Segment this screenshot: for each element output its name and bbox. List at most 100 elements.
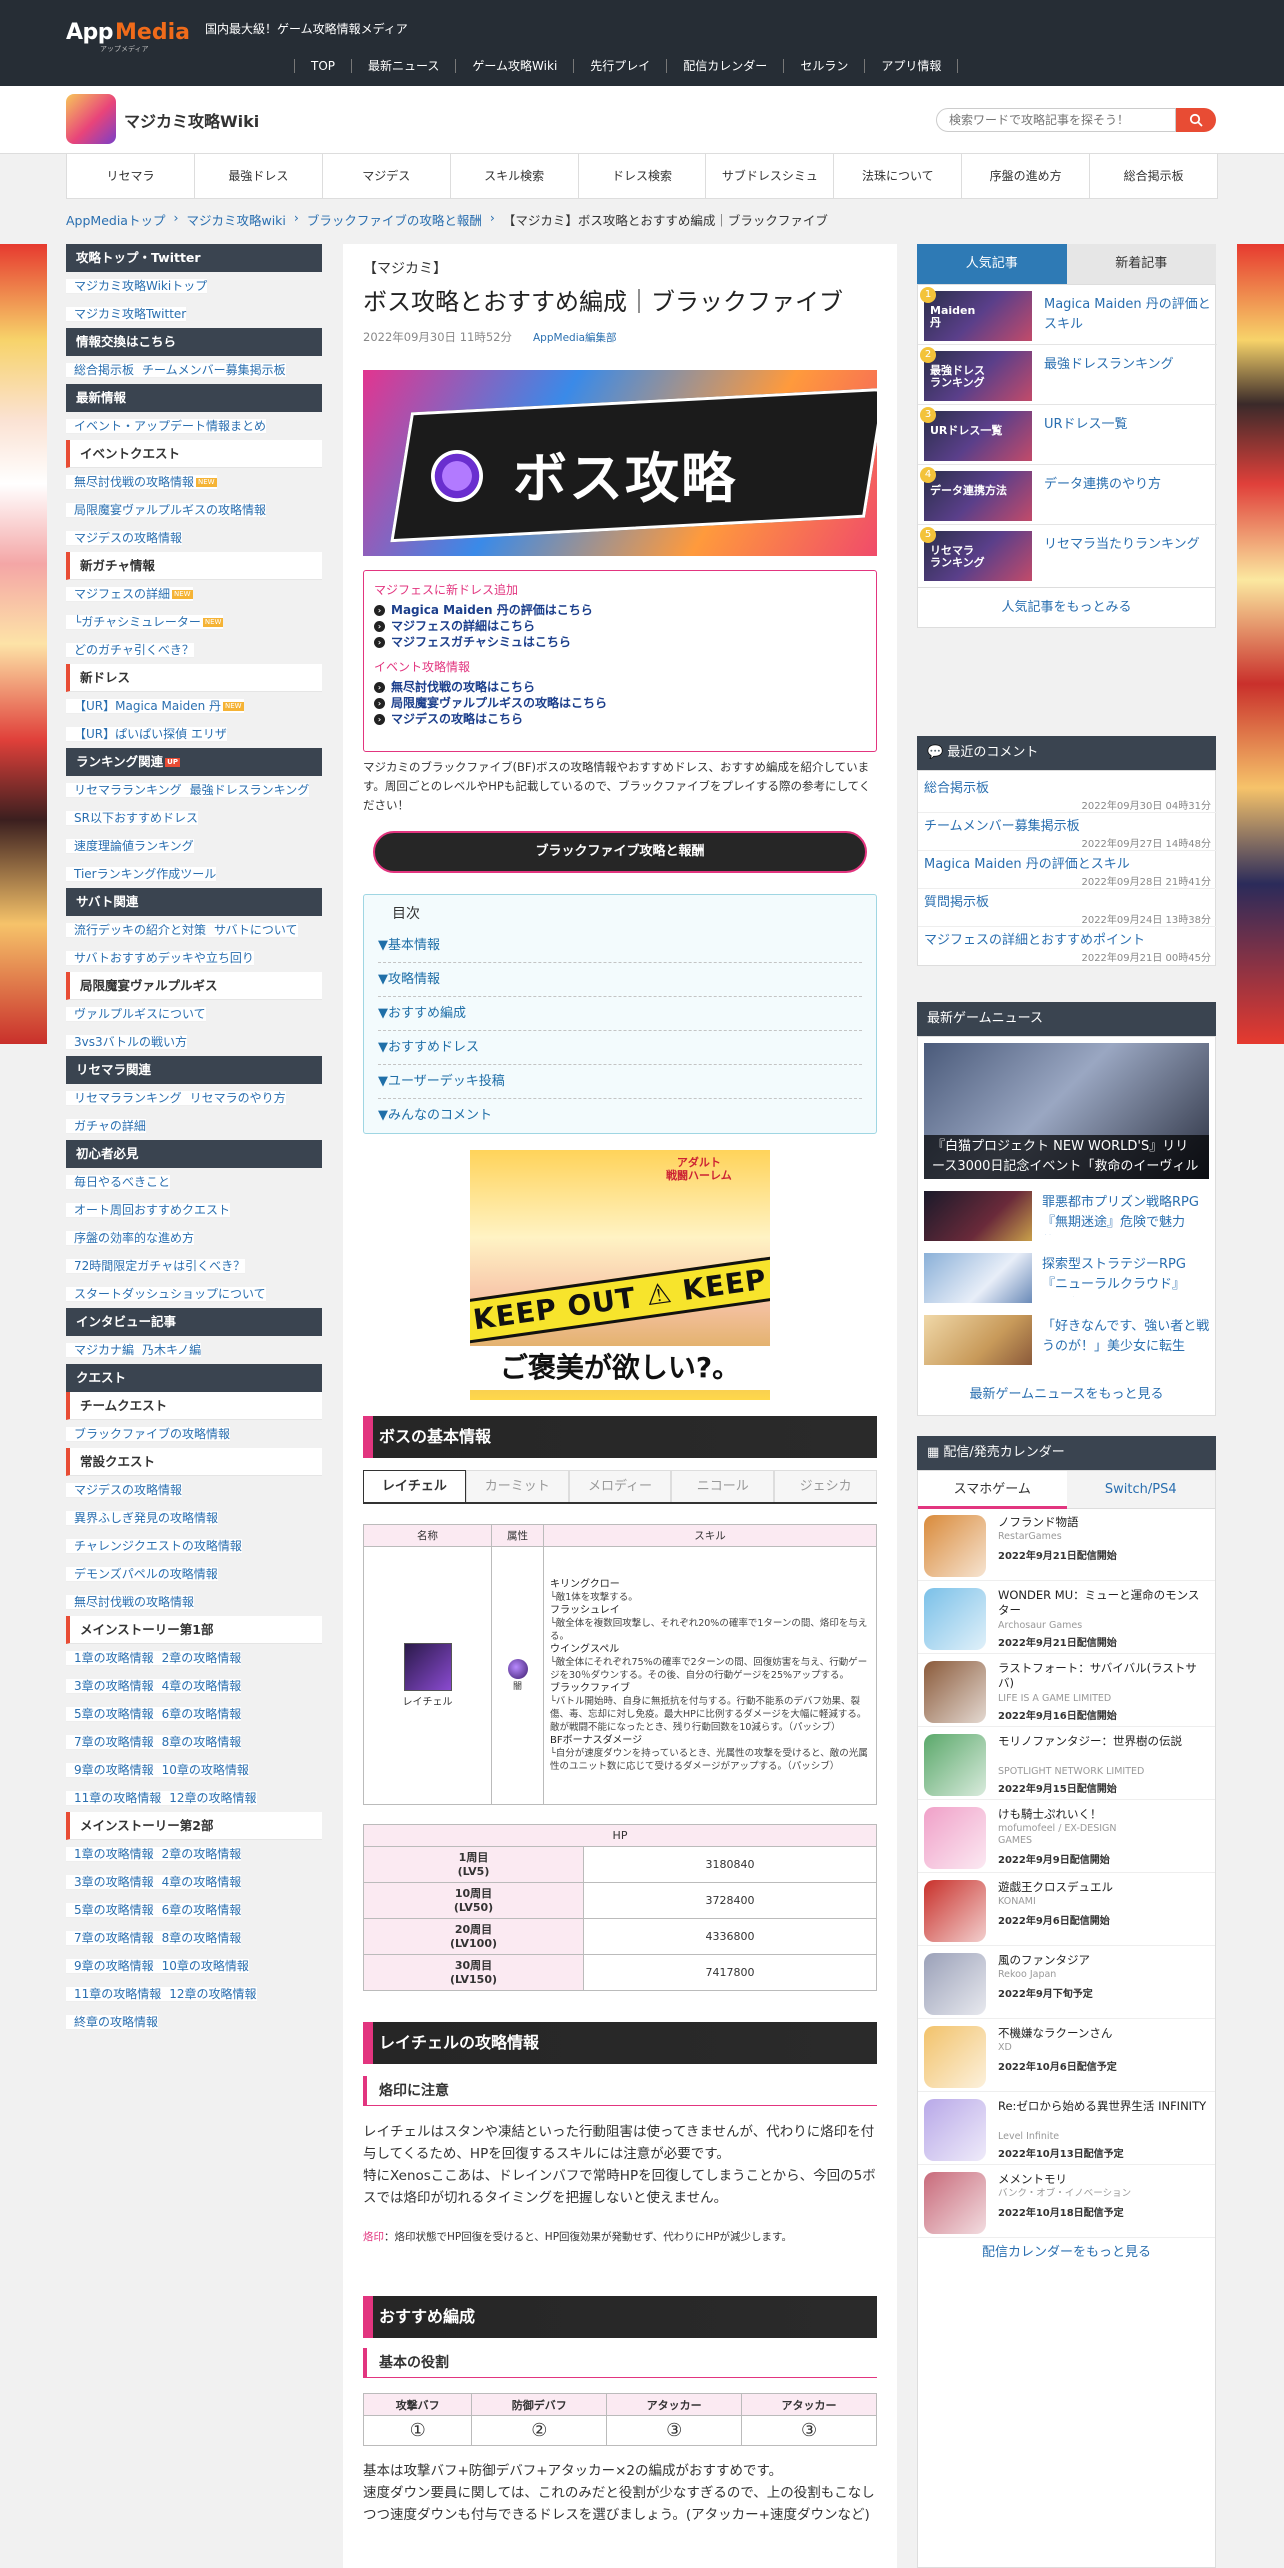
sidebar-link[interactable]: 3vs3バトルの戦い方: [66, 1035, 187, 1050]
topnav-sales-ranking[interactable]: セルラン: [783, 59, 864, 73]
sidebar-link[interactable]: どのガチャ引くべき？: [66, 643, 194, 658]
toc-item[interactable]: ▼攻略情報: [378, 963, 862, 997]
sidebar-link[interactable]: デモンズパペルの攻略情報: [66, 1567, 218, 1582]
wiki-icon[interactable]: [66, 94, 116, 144]
calendar-item[interactable]: WONDER MU：ミューと運命のモンスター Archosaur Games 202…: [918, 1582, 1215, 1654]
popular-item[interactable]: Maiden 丹 1 Magica Maiden 丹の評価とスキル: [918, 285, 1217, 345]
tab-smartphone[interactable]: スマホゲーム: [918, 1471, 1067, 1509]
toc-item[interactable]: ▼おすすめ編成: [378, 997, 862, 1031]
news-item[interactable]: 罪悪都市プリズン戦略RPG『無期迷途』危険で魅力的…: [924, 1191, 1209, 1247]
sidebar-link[interactable]: 5章の攻略情報: [66, 1707, 154, 1722]
sidebar-link[interactable]: Tierランキング作成ツール: [66, 867, 217, 882]
sidebar-link[interactable]: 流行デッキの紹介と対策: [66, 923, 207, 938]
sidebar-link[interactable]: 2章の攻略情報: [153, 1651, 242, 1666]
sidebar-link[interactable]: マジカミ攻略Wikiトップ: [66, 279, 208, 294]
popular-item[interactable]: リセマラ ランキング 5 リセマラ当たりランキング: [918, 525, 1217, 585]
comment-item[interactable]: 質問掲示板 2022年09月24日 13時38分: [918, 885, 1217, 927]
black-five-guide-button[interactable]: ブラックファイブ攻略と報酬: [373, 831, 867, 873]
news-more-link[interactable]: 最新ゲームニュースをもっと見る: [918, 1383, 1215, 1402]
sidebar-link[interactable]: リセマラランキング: [66, 1091, 182, 1106]
notice-link[interactable]: › 無尽討伐戦の攻略はこちら: [374, 679, 866, 695]
sidebar-link[interactable]: 8章の攻略情報: [153, 1735, 242, 1750]
sidebar-link[interactable]: リセマラランキング: [66, 783, 182, 798]
topnav-news[interactable]: 最新ニュース: [351, 59, 455, 73]
popular-item[interactable]: 最強ドレス ランキング 2 最強ドレスランキング: [918, 345, 1217, 405]
sidebar-link[interactable]: 【UR】Magica Maiden 丹 NEW: [66, 699, 244, 714]
sidebar-link[interactable]: ガチャの詳細: [66, 1119, 146, 1134]
sidebar-link[interactable]: 11章の攻略情報: [66, 1987, 162, 2002]
catnav-item[interactable]: スキル検索: [451, 154, 579, 198]
catnav-item[interactable]: リセマラ: [67, 154, 195, 198]
sidebar-link[interactable]: 毎日やるべきこと: [66, 1175, 171, 1190]
sidebar-link[interactable]: 5章の攻略情報: [66, 1903, 154, 1918]
calendar-item[interactable]: 遊戯王クロスデュエル KONAMI 2022年9月6日配信開始: [918, 1874, 1215, 1946]
sidebar-link[interactable]: 無尽討伐戦の攻略情報: [66, 1595, 195, 1610]
topnav-top[interactable]: TOP: [294, 59, 351, 73]
sidebar-link[interactable]: マジデスの攻略情報: [66, 1483, 183, 1498]
toc-item[interactable]: ▼ユーザーデッキ投稿: [378, 1065, 862, 1099]
sidebar-link[interactable]: 10章の攻略情報: [153, 1959, 249, 1974]
breadcrumb-link[interactable]: AppMediaトップ: [66, 210, 165, 229]
sidebar-link[interactable]: ヴァルプルギスについて: [66, 1007, 206, 1022]
calendar-item[interactable]: 風のファンタジア Rekoo Japan 2022年9月下旬予定: [918, 1947, 1215, 2019]
sidebar-link[interactable]: オート周回おすすめクエスト: [66, 1203, 231, 1218]
sidebar-link[interactable]: 11章の攻略情報: [66, 1791, 162, 1806]
sidebar-link[interactable]: 4章の攻略情報: [153, 1679, 242, 1694]
sidebar-link[interactable]: 2章の攻略情報: [153, 1847, 242, 1862]
calendar-more-link[interactable]: 配信カレンダーをもっと見る: [918, 2241, 1215, 2260]
topnav-app-info[interactable]: アプリ情報: [864, 59, 959, 73]
sidebar-link[interactable]: 9章の攻略情報: [66, 1959, 154, 1974]
catnav-item[interactable]: 法珠について: [834, 154, 963, 198]
search-input[interactable]: [936, 108, 1176, 132]
sidebar-link[interactable]: 4章の攻略情報: [153, 1875, 242, 1890]
sidebar-link[interactable]: SR以下おすすめドレス: [66, 811, 198, 826]
comment-item[interactable]: マジフェスの詳細とおすすめポイント 2022年09月21日 00時45分: [918, 923, 1217, 965]
calendar-item[interactable]: Re:ゼロから始める異世界生活 INFINITY Level Infinite 20…: [918, 2093, 1215, 2165]
tab-new[interactable]: 新着記事: [1066, 244, 1216, 284]
sidebar-link[interactable]: サバトについて: [206, 923, 298, 938]
popular-item[interactable]: データ連携方法 4 データ連携のやり方: [918, 465, 1217, 525]
calendar-item[interactable]: ラストフォート：サバイバル(ラストサバ) LIFE IS A GAME LIMIT…: [918, 1655, 1215, 1727]
catnav-item[interactable]: マジデス: [323, 154, 451, 198]
notice-link[interactable]: › 局限魔宴ヴァルプルギスの攻略はこちら: [374, 695, 866, 711]
news-item[interactable]: 「好きなんです、強い者と戦うのが！」美少女に転生し…: [924, 1315, 1209, 1371]
toc-item[interactable]: ▼基本情報: [378, 929, 862, 963]
topnav-preplay[interactable]: 先行プレイ: [573, 59, 666, 73]
sidebar-link[interactable]: 9章の攻略情報: [66, 1763, 154, 1778]
catnav-item[interactable]: 最強ドレス: [195, 154, 323, 198]
sidebar-link[interactable]: 1章の攻略情報: [66, 1847, 154, 1862]
calendar-item[interactable]: けも騎士ぷれいく！ mofumofeel / EX-DESIGN GAMES 202…: [918, 1801, 1215, 1873]
calendar-item[interactable]: ノフランド物語 RestarGames 2022年9月21日配信開始: [918, 1509, 1215, 1581]
comment-item[interactable]: チームメンバー募集掲示板 2022年09月27日 14時48分: [918, 809, 1217, 851]
right-side-ad-banner[interactable]: [1237, 244, 1284, 1044]
sidebar-link[interactable]: スタートダッシュショップについて: [66, 1287, 266, 1302]
left-side-ad-banner[interactable]: [0, 244, 47, 1044]
sidebar-link[interactable]: 1章の攻略情報: [66, 1651, 154, 1666]
popular-item[interactable]: URドレス一覧 3 URドレス一覧: [918, 405, 1217, 465]
calendar-item[interactable]: メメントモリ バンク・オブ・イノベーション 2022年10月18日配信予定: [918, 2166, 1215, 2238]
toc-item[interactable]: ▼みんなのコメント: [378, 1099, 862, 1133]
sidebar-link[interactable]: 【UR】ぱいぱい探偵 エリザ: [66, 727, 227, 742]
catnav-item[interactable]: 総合掲示板: [1090, 154, 1217, 198]
news-item[interactable]: 探索型ストラテジーRPG『ニューラルクラウド』CBT参…: [924, 1253, 1209, 1309]
sidebar-link[interactable]: 終章の攻略情報: [66, 2015, 159, 2030]
sidebar-link[interactable]: 6章の攻略情報: [153, 1903, 242, 1918]
sidebar-link[interactable]: マジカミ攻略Twitter: [66, 307, 187, 322]
topnav-wiki[interactable]: ゲーム攻略Wiki: [455, 59, 573, 73]
tab-character[interactable]: メロディー: [568, 1470, 672, 1502]
search-button[interactable]: [1176, 108, 1216, 132]
comment-item[interactable]: 総合掲示板 2022年09月30日 04時31分: [918, 771, 1217, 813]
sidebar-link[interactable]: 異界ふしぎ発見の攻略情報: [66, 1511, 219, 1526]
sidebar-link[interactable]: サバトおすすめデッキや立ち回り: [66, 951, 254, 966]
article-author[interactable]: AppMedia編集部: [533, 330, 617, 345]
sidebar-link[interactable]: ブラックファイブの攻略情報: [66, 1427, 231, 1442]
catnav-item[interactable]: サブドレスシミュ: [706, 154, 835, 198]
calendar-item[interactable]: 不機嫌なラクーンさん XD 2022年10月6日配信予定: [918, 2020, 1215, 2092]
notice-link[interactable]: › マジフェスの詳細はこちら: [374, 618, 866, 634]
sidebar-link[interactable]: 最強ドレスランキング: [181, 783, 310, 798]
breadcrumb-link[interactable]: ブラックファイブの攻略と報酬: [307, 210, 482, 229]
tab-popular[interactable]: 人気記事: [917, 244, 1067, 284]
sidebar-link[interactable]: 速度理論値ランキング: [66, 839, 194, 854]
sidebar-link[interactable]: 6章の攻略情報: [153, 1707, 242, 1722]
sidebar-link[interactable]: 8章の攻略情報: [153, 1931, 242, 1946]
